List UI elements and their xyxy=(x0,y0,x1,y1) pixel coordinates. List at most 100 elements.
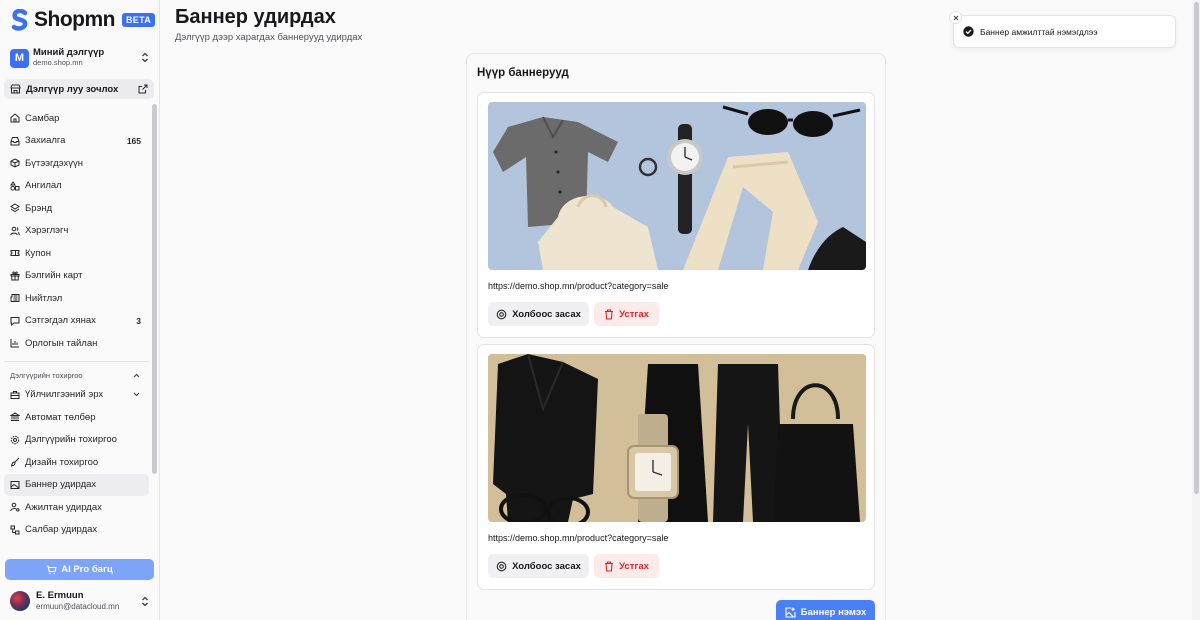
group-label: Дэлгүүрийн тохиргоо xyxy=(10,371,83,380)
delete-label: Устгах xyxy=(619,308,649,320)
store-domain: demo.shop.mn xyxy=(33,58,83,67)
sidebar-item-categories[interactable]: Ангилал xyxy=(4,175,149,198)
add-banner-button[interactable]: Баннер нэмэх xyxy=(776,600,875,620)
toast-close-button[interactable] xyxy=(949,11,962,24)
sidebar-item-auto-payment[interactable]: Автомат төлбөр xyxy=(4,406,149,429)
sidebar-item-branch-management[interactable]: Салбар удирдах xyxy=(4,519,149,542)
trash-icon xyxy=(605,308,614,320)
sidebar-item-store-settings[interactable]: Дэлгүүрийн тохиргоо xyxy=(4,429,149,452)
ai-pro-button[interactable]: AI Pro багц xyxy=(5,559,154,580)
external-link-icon xyxy=(138,84,148,94)
store-switcher[interactable]: M Миний дэлгүүр demo.shop.mn xyxy=(10,47,152,69)
banner-image xyxy=(488,354,866,522)
sidebar-item-dashboard[interactable]: Самбар xyxy=(4,107,149,130)
banner-image xyxy=(488,102,866,270)
store-avatar: M xyxy=(10,48,29,68)
sidebar-item-revenue-report[interactable]: Орлогын тайлан xyxy=(4,332,149,355)
sidebar-item-label: Салбар удирдах xyxy=(25,524,98,536)
sidebar-item-label: Купон xyxy=(25,247,51,259)
ticket-icon xyxy=(10,250,20,257)
ai-pro-label: AI Pro багц xyxy=(61,564,113,575)
sidebar-item-label: Автомат төлбөр xyxy=(25,411,96,423)
paintbrush-icon xyxy=(10,457,20,467)
message-icon xyxy=(10,316,20,326)
sidebar-item-products[interactable]: Бүтээгдэхүүн xyxy=(4,152,149,175)
link-settings-icon xyxy=(496,561,507,571)
sidebar-item-brands[interactable]: Брэнд xyxy=(4,197,149,220)
newspaper-icon xyxy=(10,294,20,303)
shapes-icon xyxy=(10,180,20,191)
sidebar-item-subscription[interactable]: Үйлчилгээний эрх xyxy=(4,384,149,407)
delete-banner-button[interactable]: Устгах xyxy=(594,554,659,578)
package-icon xyxy=(10,158,20,168)
sidebar-item-gift-cards[interactable]: Бэлгийн карт xyxy=(4,265,149,288)
check-circle-icon xyxy=(963,26,974,37)
shopmn-logo-icon xyxy=(11,9,28,31)
toast-message: Баннер амжилттай нэмэгдлээ xyxy=(980,26,1098,37)
sidebar-item-reviews[interactable]: Сэтгэгдэл хянах 3 xyxy=(4,310,149,333)
sidebar: Shopmn BETA M Миний дэлгүүр demo.shop.mn… xyxy=(0,0,160,620)
nav-divider xyxy=(4,360,149,362)
sidebar-item-staff-management[interactable]: Ажилтан удирдах xyxy=(4,496,149,519)
edit-link-button[interactable]: Холбоос засах xyxy=(488,302,589,326)
page-title: Баннер удирдах xyxy=(175,6,336,28)
image-plus-icon xyxy=(785,606,796,618)
chevron-up-icon xyxy=(133,373,140,377)
sidebar-item-label: Брэнд xyxy=(25,202,53,214)
banner-item: https://demo.shop.mn/product?category=sa… xyxy=(477,92,875,338)
briefcase-icon xyxy=(10,390,20,399)
brand-logo[interactable]: Shopmn BETA xyxy=(10,8,156,32)
sidebar-item-customers[interactable]: Хэрэглэгч xyxy=(4,220,149,243)
home-banners-card: Нүүр баннерууд https://demo.shop.mn/prod… xyxy=(466,53,886,620)
banner-item: https://demo.shop.mn/product?category=sa… xyxy=(477,344,875,590)
sidebar-item-label: Үйлчилгээний эрх xyxy=(25,389,104,401)
sidebar-item-label: Дэлгүүрийн тохиргоо xyxy=(25,434,117,446)
store-settings-group-header[interactable]: Дэлгүүрийн тохиргоо xyxy=(4,368,149,384)
delete-label: Устгах xyxy=(619,560,649,572)
gear-icon xyxy=(10,435,20,444)
sidebar-item-design-settings[interactable]: Дизайн тохиргоо xyxy=(4,451,149,474)
user-menu[interactable]: E. Ermuun ermuun@datacloud.mn xyxy=(10,589,152,613)
orders-count-badge: 165 xyxy=(126,135,141,146)
banner-url: https://demo.shop.mn/product?category=sa… xyxy=(488,533,669,543)
sidebar-item-label: Орлогын тайлан xyxy=(25,337,98,349)
sidebar-item-label: Баннер удирдах xyxy=(25,479,97,491)
sidebar-item-label: Сэтгэгдэл хянах xyxy=(25,315,96,327)
landmark-icon xyxy=(10,412,20,422)
sidebar-item-label: Дизайн тохиргоо xyxy=(25,456,99,468)
inbox-icon xyxy=(10,136,20,146)
page-scrollbar[interactable] xyxy=(1194,2,1199,494)
sidebar-nav: Самбар Захиалга 165 Бүтээгдэхүүн Ангилал… xyxy=(4,107,149,552)
sidebar-scrollbar[interactable] xyxy=(152,104,157,474)
sidebar-item-label: Нийтлэл xyxy=(25,292,63,304)
edit-link-label: Холбоос засах xyxy=(512,560,581,572)
sidebar-item-label: Захиалга xyxy=(25,135,66,147)
banner-url: https://demo.shop.mn/product?category=sa… xyxy=(488,281,669,291)
sidebar-item-label: Бэлгийн карт xyxy=(25,270,83,282)
chevron-down-icon xyxy=(133,392,140,396)
layers-icon xyxy=(10,203,20,213)
brand-name: Shopmn xyxy=(34,8,116,31)
image-icon xyxy=(10,480,20,489)
sidebar-item-articles[interactable]: Нийтлэл xyxy=(4,287,149,310)
chevrons-up-down-icon xyxy=(142,596,148,607)
home-icon xyxy=(10,113,20,123)
add-banner-label: Баннер нэмэх xyxy=(800,606,867,618)
edit-link-button[interactable]: Холбоос засах xyxy=(488,554,589,578)
card-title: Нүүр баннерууд xyxy=(477,67,569,79)
sidebar-item-banner-management[interactable]: Баннер удирдах xyxy=(4,473,149,496)
sidebar-item-coupons[interactable]: Купон xyxy=(4,242,149,265)
sidebar-item-label: Ажилтан удирдах xyxy=(25,501,102,513)
visit-store-link[interactable]: Дэлгүүр луу зочлох xyxy=(4,79,154,99)
store-name: Миний дэлгүүр xyxy=(33,47,105,58)
trash-icon xyxy=(605,560,614,572)
sidebar-item-label: Ангилал xyxy=(25,180,62,192)
close-icon xyxy=(953,15,958,20)
gift-icon xyxy=(10,271,20,281)
avatar xyxy=(10,591,30,611)
reviews-count-badge: 3 xyxy=(136,315,141,326)
success-toast: Баннер амжилттай нэмэгдлээ xyxy=(949,11,1176,48)
delete-banner-button[interactable]: Устгах xyxy=(594,302,659,326)
user-email: ermuun@datacloud.mn xyxy=(36,602,120,611)
sidebar-item-orders[interactable]: Захиалга 165 xyxy=(4,130,149,153)
